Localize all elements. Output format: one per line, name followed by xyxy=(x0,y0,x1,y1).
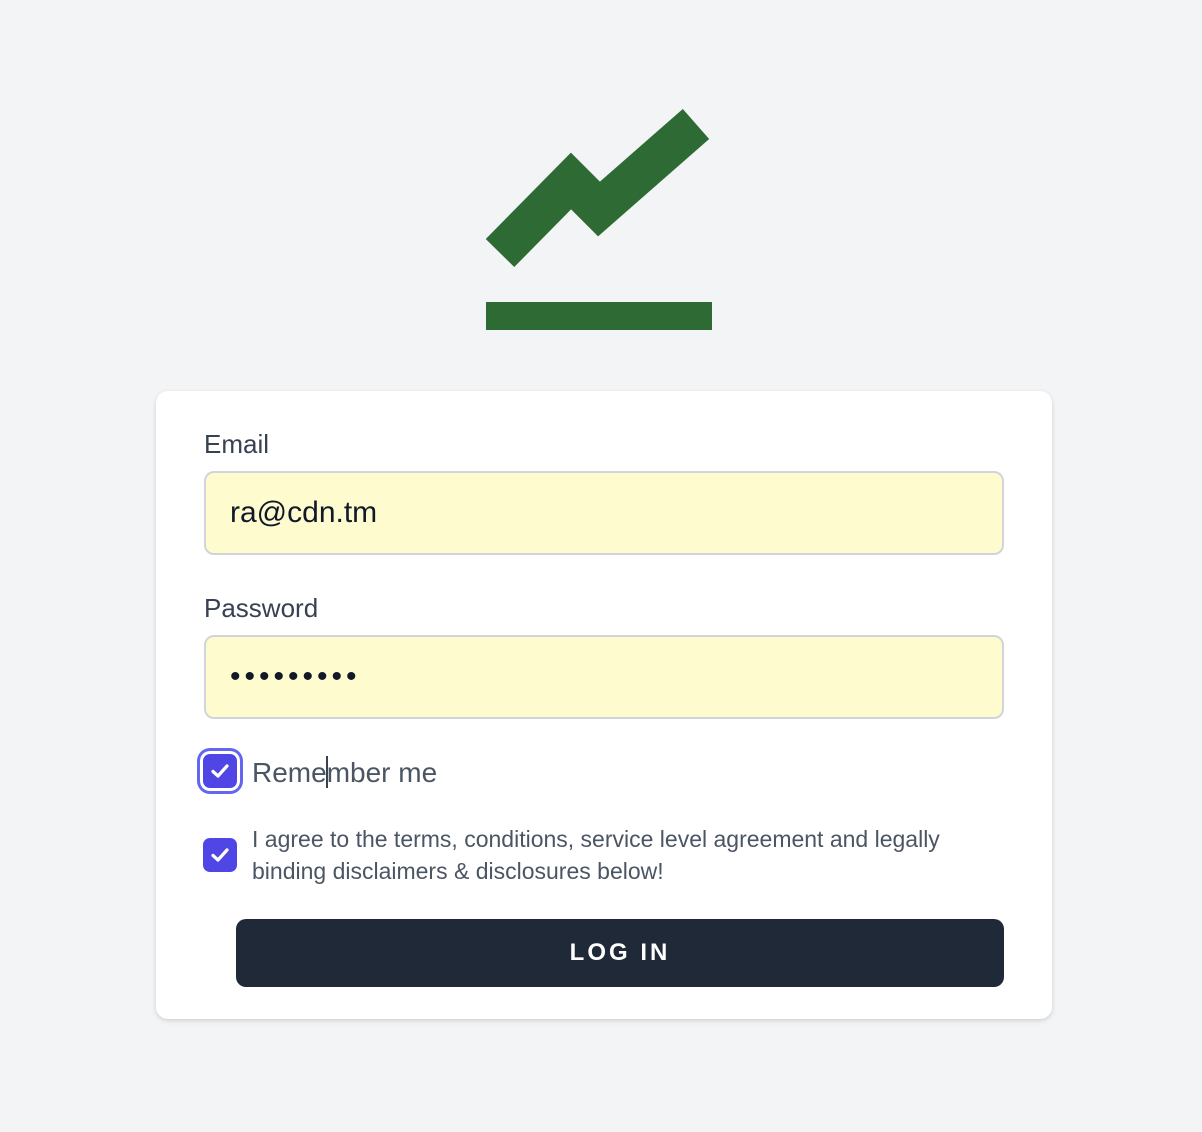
agree-terms-checkbox[interactable] xyxy=(203,838,237,872)
remember-me-label-start: Reme xyxy=(252,757,327,788)
app-logo-icon xyxy=(486,108,712,330)
remember-me-label[interactable]: Remember me xyxy=(252,756,437,789)
password-label: Password xyxy=(204,593,319,623)
remember-me-checkbox[interactable] xyxy=(203,754,237,788)
agree-terms-label[interactable]: I agree to the terms, conditions, servic… xyxy=(252,823,1002,887)
email-label: Email xyxy=(204,429,270,459)
remember-me-label-end: mber me xyxy=(326,757,438,788)
checkmark-icon xyxy=(211,848,229,862)
password-input[interactable] xyxy=(204,635,1004,719)
login-button[interactable]: LOG IN xyxy=(236,919,1004,987)
email-input[interactable] xyxy=(204,471,1004,555)
checkmark-icon xyxy=(211,764,229,778)
login-card: Email Password Remember me I agree to th… xyxy=(156,391,1052,1019)
